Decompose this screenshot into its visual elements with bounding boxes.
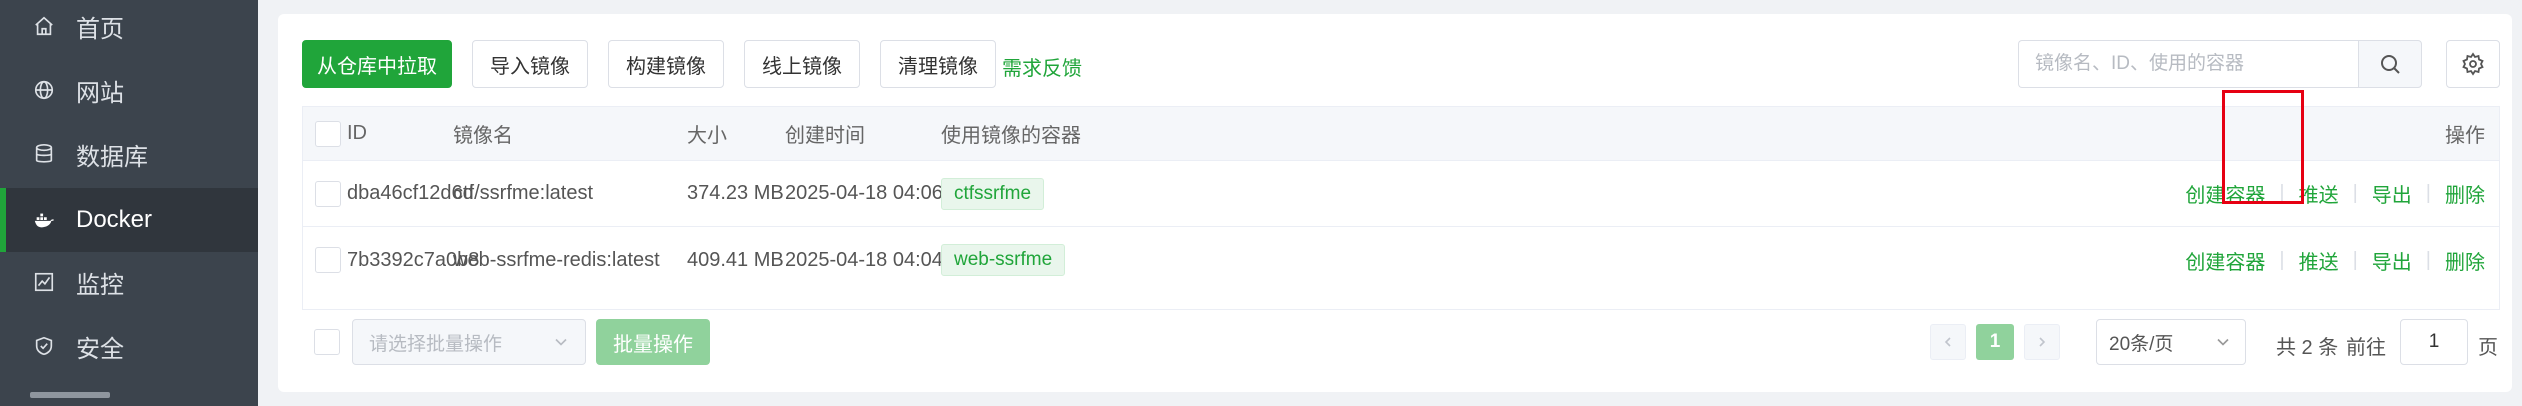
create-container-link[interactable]: 创建容器	[2185, 179, 2265, 208]
chevron-right-icon	[2039, 337, 2046, 347]
divider: |	[2425, 182, 2431, 204]
sidebar-item-label: 首页	[76, 15, 124, 43]
image-table: ID 镜像名 大小 创建时间 使用镜像的容器 操作 dba46cf12d6d c…	[302, 106, 2500, 310]
footer-select-all-checkbox[interactable]	[314, 329, 340, 355]
sidebar-item-website[interactable]: 网站	[0, 58, 258, 122]
page-number-button[interactable]: 1	[1976, 324, 2014, 360]
export-link[interactable]: 导出	[2372, 179, 2412, 208]
image-name: web-ssrfme-redis:latest	[453, 248, 660, 271]
gear-icon	[2462, 52, 2484, 76]
home-icon	[32, 14, 56, 38]
row-checkbox[interactable]	[315, 180, 341, 207]
header-actions: 操作	[2445, 125, 2485, 147]
header-name: 镜像名	[453, 125, 513, 147]
batch-action-button[interactable]: 批量操作	[596, 319, 710, 365]
image-size: 374.23 MB	[687, 182, 784, 204]
shield-icon	[32, 334, 56, 358]
container-tag[interactable]: web-ssrfme	[941, 244, 1066, 276]
sidebar-item-monitor[interactable]: 监控	[0, 250, 258, 314]
database-icon	[32, 142, 56, 166]
docker-icon	[32, 208, 56, 232]
page-size-value: 20条/页	[2109, 333, 2174, 355]
pull-from-registry-button[interactable]: 从仓库中拉取	[302, 40, 452, 88]
prev-page-button[interactable]	[1930, 324, 1966, 360]
total-count: 共 2 条	[2276, 337, 2339, 359]
row-checkbox[interactable]	[315, 247, 341, 273]
sidebar-item-label: 安全	[76, 335, 124, 363]
push-link[interactable]: 推送	[2299, 246, 2339, 275]
header-size: 大小	[687, 125, 727, 147]
divider: |	[2279, 182, 2285, 204]
clean-image-button[interactable]: 清理镜像	[880, 40, 996, 88]
delete-link[interactable]: 删除	[2445, 179, 2485, 208]
container-tag[interactable]: ctfssrfme	[941, 177, 1045, 210]
chevron-down-icon	[2217, 338, 2229, 346]
settings-button[interactable]	[2446, 40, 2500, 88]
online-image-button[interactable]: 线上镜像	[744, 40, 860, 88]
search-button[interactable]	[2358, 40, 2422, 88]
image-size: 409.41 MB	[687, 248, 784, 271]
row-actions: 创建容器 | 推送 | 导出 | 删除	[2185, 227, 2485, 293]
search-input[interactable]	[2018, 40, 2358, 88]
header-created: 创建时间	[785, 125, 865, 147]
sidebar-item-label: 监控	[76, 271, 124, 299]
search-icon	[2381, 55, 2400, 74]
goto-page-input[interactable]	[2400, 319, 2468, 365]
header-containers: 使用镜像的容器	[941, 125, 1081, 147]
build-image-button[interactable]: 构建镜像	[608, 40, 724, 88]
divider: |	[2279, 248, 2285, 271]
sidebar-item-home[interactable]: 首页	[0, 0, 258, 58]
next-page-button[interactable]	[2024, 324, 2060, 360]
chevron-left-icon	[1944, 337, 1951, 347]
image-name: ctf/ssrfme:latest	[453, 182, 594, 204]
page-unit: 页	[2478, 337, 2498, 359]
batch-action-select[interactable]: 请选择批量操作	[352, 319, 586, 365]
table-row: 7b3392c7a0b8 web-ssrfme-redis:latest 409…	[303, 227, 2499, 293]
sidebar-item-docker[interactable]: Docker	[0, 188, 258, 252]
create-container-link[interactable]: 创建容器	[2185, 246, 2265, 275]
select-all-checkbox[interactable]	[315, 120, 341, 147]
header-id: ID	[347, 122, 367, 144]
chevron-down-icon	[555, 338, 567, 346]
feedback-link[interactable]: 需求反馈	[1002, 52, 1082, 81]
globe-icon	[32, 78, 56, 102]
push-link[interactable]: 推送	[2299, 179, 2339, 208]
divider: |	[2352, 248, 2358, 271]
table-header: ID 镜像名 大小 创建时间 使用镜像的容器 操作	[303, 107, 2499, 161]
delete-link[interactable]: 删除	[2445, 246, 2485, 275]
import-image-button[interactable]: 导入镜像	[472, 40, 588, 88]
monitor-chart-icon	[32, 270, 56, 294]
export-link[interactable]: 导出	[2372, 246, 2412, 275]
sidebar-item-label: 网站	[76, 79, 124, 107]
sidebar-item-label: 数据库	[76, 143, 148, 171]
sidebar-item-label: Docker	[76, 206, 153, 233]
batch-action-placeholder: 请选择批量操作	[369, 333, 503, 355]
sidebar-next-item-fragment	[30, 392, 110, 398]
divider: |	[2425, 248, 2431, 271]
sidebar-item-security[interactable]: 安全	[0, 314, 258, 378]
page-size-select[interactable]: 20条/页	[2096, 319, 2246, 365]
sidebar: 首页 网站 数据库 Docker 监控 安全	[0, 0, 258, 406]
image-manager-panel: 从仓库中拉取 导入镜像 构建镜像 线上镜像 清理镜像 需求反馈 ID 镜像名 大…	[278, 14, 2512, 392]
goto-label: 前往	[2346, 337, 2386, 359]
row-actions: 创建容器 | 推送 | 导出 | 删除	[2185, 161, 2485, 226]
divider: |	[2352, 182, 2358, 204]
table-row: dba46cf12d6d ctf/ssrfme:latest 374.23 MB…	[303, 161, 2499, 227]
sidebar-item-database[interactable]: 数据库	[0, 122, 258, 186]
